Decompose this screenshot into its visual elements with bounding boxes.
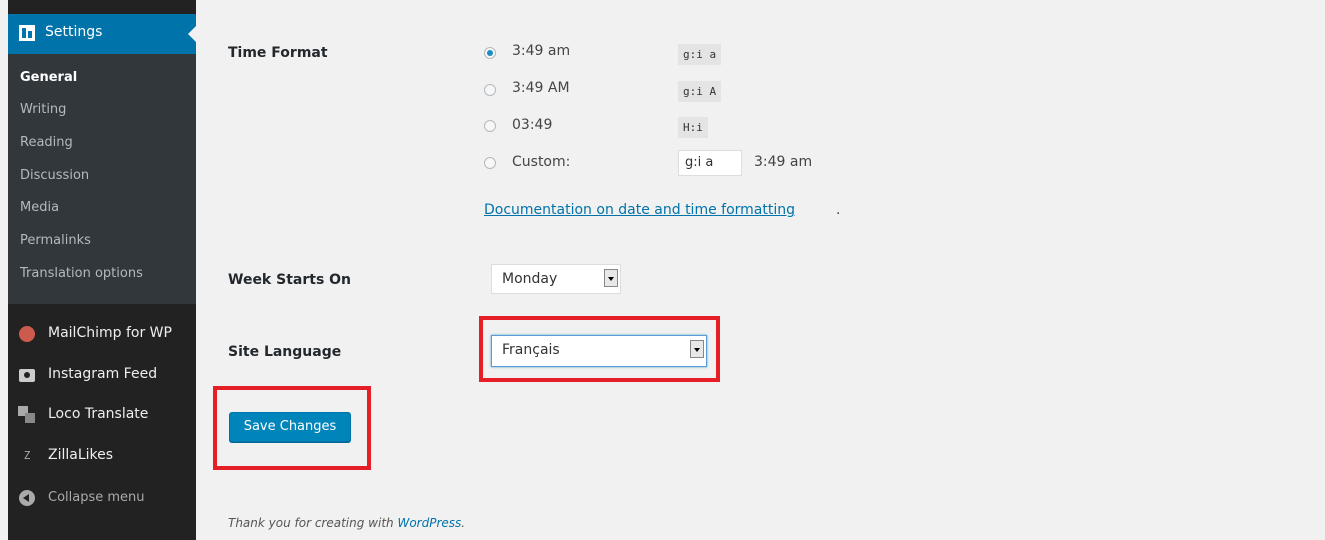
custom-time-format-input[interactable]: g:i a	[678, 150, 742, 176]
footer-period: .	[461, 516, 466, 530]
sidebar-item-instagram-feed[interactable]: Instagram Feed	[8, 357, 196, 393]
sidebar-item-loco-translate[interactable]: Loco Translate	[8, 397, 196, 433]
save-highlight-box	[213, 386, 371, 470]
week-starts-select[interactable]: Monday	[491, 264, 621, 294]
zilla-icon: Z	[23, 449, 31, 462]
collapse-icon	[19, 490, 35, 506]
time-format-option-label: 03:49	[512, 117, 553, 133]
time-format-code: g:i A	[678, 81, 722, 102]
settings-submenu: General Writing Reading Discussion Media…	[8, 54, 196, 304]
submenu-item-media[interactable]: Media	[20, 200, 59, 215]
translate-icon	[18, 406, 36, 424]
submenu-item-translation-options[interactable]: Translation options	[20, 266, 143, 281]
site-language-label: Site Language	[228, 344, 342, 360]
time-format-code: g:i a	[678, 44, 722, 65]
current-arrow-icon	[188, 26, 196, 42]
time-format-radio-2[interactable]	[484, 84, 496, 96]
time-format-label: Time Format	[228, 45, 328, 61]
time-format-code: H:i	[678, 117, 708, 138]
sidebar-item-label: Settings	[45, 24, 103, 40]
sidebar-item-settings[interactable]: Settings	[8, 14, 196, 54]
sidebar-item-mailchimp[interactable]: MailChimp for WP	[8, 316, 196, 352]
mailchimp-icon	[19, 326, 35, 342]
submenu-item-reading[interactable]: Reading	[20, 135, 73, 150]
sidebar-item-label: Loco Translate	[48, 406, 149, 422]
time-format-option-label: 3:49 AM	[512, 80, 570, 96]
language-highlight-box	[479, 316, 720, 382]
sidebar-item-label: Instagram Feed	[48, 366, 158, 382]
submenu-item-general[interactable]: General	[20, 70, 77, 85]
time-format-option-label: 3:49 am	[512, 43, 571, 59]
footer-text: Thank you for creating with WordPress.	[228, 516, 465, 530]
time-format-radio-3[interactable]	[484, 120, 496, 132]
admin-sidebar: Settings General Writing Reading Discuss…	[8, 0, 196, 540]
time-format-radio-1[interactable]	[484, 47, 496, 59]
collapse-menu-button[interactable]: Collapse menu	[8, 480, 196, 516]
submenu-item-permalinks[interactable]: Permalinks	[20, 233, 91, 248]
custom-time-preview: 3:49 am	[754, 154, 813, 170]
wordpress-link[interactable]: WordPress	[397, 516, 461, 530]
sidebar-item-label: MailChimp for WP	[48, 325, 172, 341]
settings-content: Time Format 3:49 am g:i a 3:49 AM g:i A …	[196, 0, 1325, 540]
submenu-item-discussion[interactable]: Discussion	[20, 168, 89, 183]
documentation-period: .	[836, 202, 841, 218]
documentation-link[interactable]: Documentation on date and time formattin…	[484, 202, 795, 218]
settings-icon	[19, 25, 35, 41]
collapse-menu-label: Collapse menu	[48, 490, 145, 505]
sidebar-item-zillalikes[interactable]: Z ZillaLikes	[8, 438, 196, 474]
week-starts-value: Monday	[502, 271, 558, 287]
footer-thanks: Thank you for creating with	[228, 516, 398, 530]
week-starts-label: Week Starts On	[228, 272, 352, 288]
sidebar-item-label: ZillaLikes	[48, 447, 114, 463]
chevron-down-icon	[604, 269, 618, 287]
camera-icon	[19, 369, 35, 382]
time-format-option-label: Custom:	[512, 154, 571, 170]
submenu-item-writing[interactable]: Writing	[20, 102, 66, 117]
time-format-radio-custom[interactable]	[484, 157, 496, 169]
